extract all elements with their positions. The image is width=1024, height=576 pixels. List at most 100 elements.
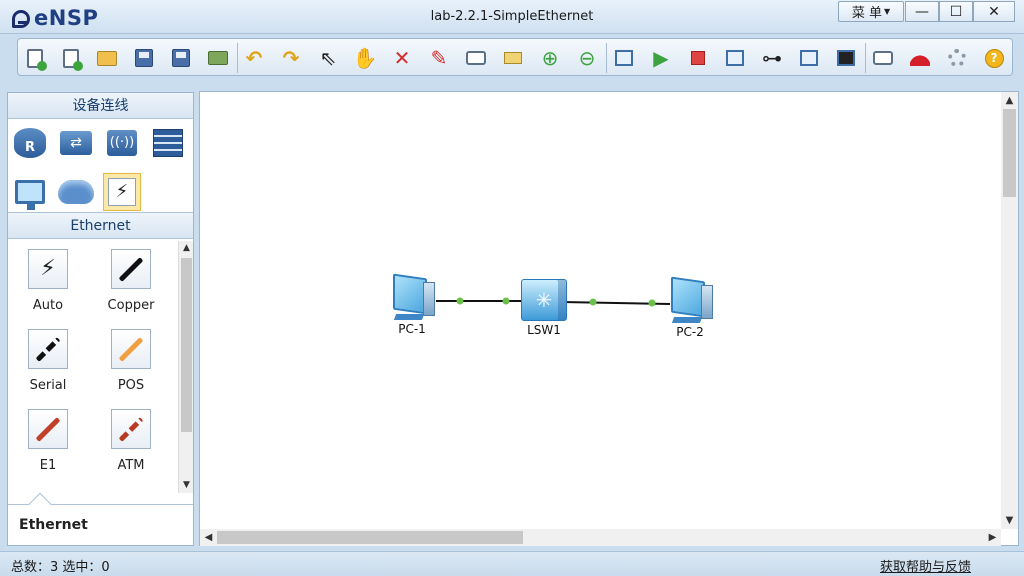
cable-e1[interactable]: E1 <box>8 400 78 476</box>
text-button[interactable] <box>463 45 489 71</box>
firewall-icon <box>153 129 183 157</box>
text-comment-icon <box>466 51 486 65</box>
category-firewall[interactable] <box>149 124 187 162</box>
device-pc-1[interactable]: PC-1 <box>383 273 441 336</box>
device-lsw1[interactable]: ✳ LSW1 <box>516 279 572 337</box>
palette-button[interactable] <box>500 45 526 71</box>
scrollbar-thumb[interactable] <box>1003 109 1016 197</box>
redo-button[interactable]: ↷ <box>278 45 304 71</box>
canvas-horizontal-scrollbar[interactable]: ◀ ▶ <box>200 529 1001 546</box>
rectangle-icon <box>504 52 522 64</box>
category-switch[interactable]: ⇄ <box>57 124 95 162</box>
chevron-up-icon[interactable]: ▲ <box>1001 92 1018 109</box>
topology-canvas[interactable]: PC-1 ✳ LSW1 PC-2 ▲ ▼ ◀ ▶ <box>199 91 1019 546</box>
category-links[interactable]: ⚡ <box>103 173 141 211</box>
start-all-button[interactable] <box>611 45 637 71</box>
app-name: eNSP <box>34 6 99 30</box>
cable-label: E1 <box>39 458 57 473</box>
menu-button[interactable]: 菜 单 ▼ <box>838 1 904 22</box>
new-example-button[interactable] <box>58 45 84 71</box>
cloud-icon <box>58 180 94 204</box>
pos-link-icon <box>118 336 144 362</box>
redo-icon: ↷ <box>282 46 300 70</box>
terminal-icon <box>837 50 855 66</box>
category-router[interactable]: R <box>11 124 49 162</box>
cable-label: Serial <box>29 378 67 393</box>
topology-icon: ⊶ <box>762 46 782 70</box>
title-bar: eNSP lab-2.2.1-SimpleEthernet 菜 单 ▼ — ☐ … <box>0 0 1024 34</box>
cable-label: Copper <box>107 298 155 313</box>
port-status-icon <box>502 297 510 305</box>
list-button[interactable] <box>796 45 822 71</box>
port-status-icon <box>648 299 656 307</box>
undo-icon: ↶ <box>245 46 263 70</box>
device-pc-2[interactable]: PC-2 <box>661 276 719 339</box>
chat-button[interactable] <box>870 45 896 71</box>
e1-link-icon <box>35 416 61 442</box>
auto-link-icon: ⚡ <box>40 256 56 281</box>
save-as-button[interactable] <box>168 45 194 71</box>
new-topology-button[interactable] <box>22 45 48 71</box>
router-icon: R <box>14 128 46 158</box>
help-feedback-link[interactable]: 获取帮助与反馈 <box>880 556 971 575</box>
topology-button[interactable]: ⊶ <box>759 45 785 71</box>
category-cloud[interactable] <box>57 173 95 211</box>
help-button[interactable]: ? <box>981 45 1007 71</box>
terminal-button[interactable] <box>833 45 859 71</box>
chevron-down-icon[interactable]: ▼ <box>1001 512 1018 529</box>
caret-down-icon: ▼ <box>883 7 891 16</box>
stop-button[interactable] <box>685 45 711 71</box>
maximize-button[interactable]: ☐ <box>939 1 973 22</box>
delete-button[interactable]: ✕ <box>389 45 415 71</box>
wireless-icon: ((·)) <box>107 130 137 156</box>
status-counts: 总数：3 选中：0 <box>11 560 110 575</box>
chevron-right-icon[interactable]: ▶ <box>984 529 1001 546</box>
scrollbar-thumb[interactable] <box>181 258 192 432</box>
scrollbar-thumb[interactable] <box>217 531 523 544</box>
undo-button[interactable]: ↶ <box>241 45 267 71</box>
save-button[interactable] <box>131 45 157 71</box>
close-button[interactable]: ✕ <box>973 1 1015 22</box>
huawei-button[interactable] <box>907 45 933 71</box>
cable-list-scrollbar[interactable]: ▲ ▼ <box>178 241 193 493</box>
device-label: LSW1 <box>527 323 561 337</box>
delete-link-button[interactable]: ✎ <box>426 45 452 71</box>
delete-icon: ✕ <box>393 46 411 70</box>
zoom-out-button[interactable]: ⊖ <box>574 45 600 71</box>
start-button[interactable]: ▶ <box>648 45 674 71</box>
chevron-down-icon[interactable]: ▼ <box>179 478 194 493</box>
description-box: Ethernet <box>8 492 193 545</box>
zoom-in-button[interactable]: ⊕ <box>537 45 563 71</box>
select-button[interactable]: ⇖ <box>315 45 341 71</box>
open-folder-icon <box>97 50 117 66</box>
atm-link-icon <box>118 416 144 442</box>
chevron-left-icon[interactable]: ◀ <box>200 529 217 546</box>
serial-link-icon <box>35 336 61 362</box>
open-button[interactable] <box>94 45 120 71</box>
cable-serial[interactable]: Serial <box>8 320 78 396</box>
device-panel-icon <box>615 50 633 66</box>
gear-icon <box>948 49 966 67</box>
print-button[interactable] <box>205 45 231 71</box>
ensp-logo-icon <box>10 7 30 29</box>
cable-auto[interactable]: ⚡ Auto <box>8 240 78 316</box>
cable-pos[interactable]: POS <box>91 320 161 396</box>
cable-copper[interactable]: Copper <box>91 240 161 316</box>
link-icon: ⚡ <box>108 178 136 206</box>
window-title: lab-2.2.1-SimpleEthernet <box>430 9 594 24</box>
cable-atm[interactable]: ATM <box>91 400 161 476</box>
play-icon: ▶ <box>653 46 669 70</box>
category-pc[interactable] <box>11 173 49 211</box>
chat-icon <box>873 51 893 65</box>
chevron-up-icon[interactable]: ▲ <box>179 241 194 256</box>
canvas-vertical-scrollbar[interactable]: ▲ ▼ <box>1001 92 1018 529</box>
pan-button[interactable]: ✋ <box>352 45 378 71</box>
menu-button-label: 菜 单 <box>851 6 882 21</box>
category-wireless[interactable]: ((·)) <box>103 124 141 162</box>
capture-button[interactable] <box>722 45 748 71</box>
settings-button[interactable] <box>944 45 970 71</box>
topology-links <box>436 297 671 307</box>
minimize-button[interactable]: — <box>905 1 939 22</box>
new-topology-icon <box>27 48 47 71</box>
print-icon <box>208 51 228 65</box>
